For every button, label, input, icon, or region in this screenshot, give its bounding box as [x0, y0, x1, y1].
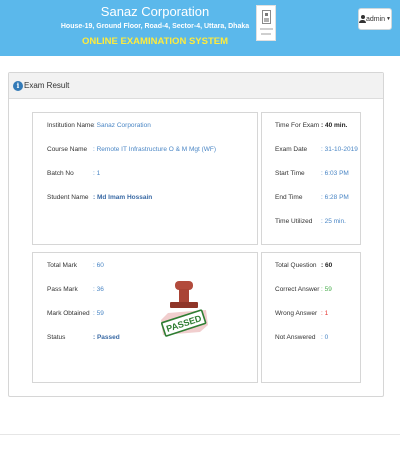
not-answered-value: : 0 [321, 334, 329, 341]
total-question-value: : 60 [321, 262, 333, 269]
panel-heading: i Exam Result [9, 73, 383, 99]
passed-stamp-icon: PASSED [161, 281, 208, 337]
exam-info-box [32, 112, 258, 245]
pass-mark-value: : 36 [93, 286, 104, 293]
status-label: Status [47, 334, 66, 341]
student-value: : Md Imam Hossain [93, 194, 153, 201]
info-icon: i [13, 81, 23, 91]
user-icon [359, 15, 366, 23]
exam-date-label: Exam Date [275, 146, 308, 153]
institution-value: : Sanaz Corporation [93, 122, 151, 129]
exam-time-box [261, 112, 361, 245]
time-for-exam-value: : 40 min. [321, 122, 348, 129]
institution-label: Institution Name [47, 122, 94, 129]
logo-line [261, 33, 271, 35]
not-answered-label: Not Answered [275, 334, 316, 341]
total-question-label: Total Question [275, 262, 317, 269]
end-time-label: End Time [275, 194, 303, 201]
organization-logo [256, 5, 276, 41]
total-mark-label: Total Mark [47, 262, 77, 269]
stamp-base [170, 302, 198, 308]
mark-obtained-label: Mark Obtained [47, 310, 90, 317]
logo-line [260, 28, 273, 30]
batch-label: Batch No [47, 170, 74, 177]
pass-mark-label: Pass Mark [47, 286, 78, 293]
status-value: : Passed [93, 334, 120, 341]
mark-obtained-value: : 59 [93, 310, 104, 317]
caret-down-icon: ▼ [386, 16, 391, 22]
correct-answer-value: : 59 [321, 286, 332, 293]
time-for-exam-label: Time For Exam [275, 122, 320, 129]
marks-box [32, 252, 258, 383]
total-mark-value: : 60 [93, 262, 104, 269]
user-menu-button[interactable]: admin ▼ [358, 8, 392, 30]
batch-value: : 1 [93, 170, 101, 177]
exam-date-value: : 31-10-2019 [321, 146, 358, 153]
time-utilized-label: Time Utilized [275, 218, 313, 225]
panel-title: Exam Result [24, 81, 70, 90]
course-label: Course Name [47, 146, 88, 153]
wrong-answer-value: : 1 [321, 310, 329, 317]
time-utilized-value: : 25 min. [321, 218, 346, 225]
logo-mark [262, 10, 271, 24]
wrong-answer-label: Wrong Answer [275, 310, 318, 317]
course-value: : Remote IT Infrastructure O & M Mgt (WF… [93, 146, 217, 153]
top-header: Sanaz Corporation House-19, Ground Floor… [0, 0, 400, 56]
stamp-handle-top [175, 281, 193, 290]
footer-divider [0, 434, 400, 435]
start-time-label: Start Time [275, 170, 305, 177]
correct-answer-label: Correct Answer [275, 286, 320, 293]
student-label: Student Name [47, 194, 89, 201]
stamp-handle-neck [179, 289, 189, 303]
user-menu-label: admin [365, 15, 386, 23]
start-time-value: : 6:03 PM [321, 170, 349, 177]
answers-box [261, 252, 361, 383]
end-time-value: : 6:28 PM [321, 194, 349, 201]
